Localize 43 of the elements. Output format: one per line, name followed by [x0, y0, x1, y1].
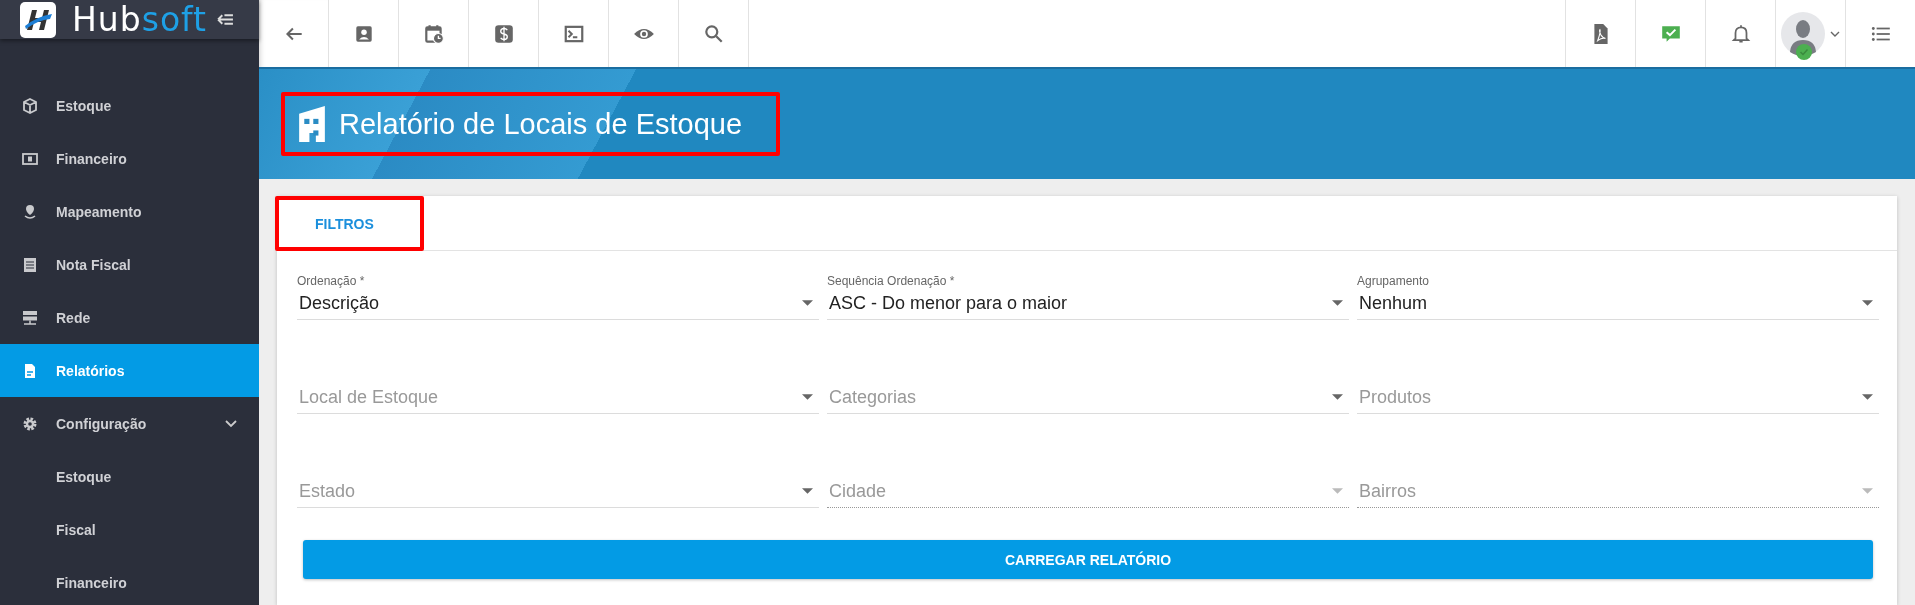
dropdown-arrow-icon	[1332, 488, 1343, 494]
select-field[interactable]: ASC - Do menor para o maior	[827, 287, 1349, 320]
select-field: Bairros	[1357, 475, 1879, 508]
dollar-icon	[492, 22, 515, 45]
dropdown-arrow-icon	[1862, 394, 1873, 400]
field-label: Ordenação *	[297, 274, 365, 288]
sidebar-item[interactable]: Nota Fiscal	[0, 238, 259, 291]
dropdown-arrow-icon	[802, 488, 813, 494]
document-icon	[22, 362, 38, 379]
map-pin-icon	[22, 203, 38, 220]
sidebar-item[interactable]: Configuração	[0, 397, 259, 450]
dropdown-arrow-icon	[1332, 300, 1343, 306]
dollar-bill-icon	[22, 150, 38, 167]
sidebar-subitem[interactable]: Financeiro	[0, 556, 259, 605]
field-label: Agrupamento	[1357, 274, 1430, 288]
page-title: Relatório de Locais de Estoque	[339, 107, 744, 141]
field-label: Sequência Ordenação *	[827, 274, 955, 288]
calendar-clock-icon	[422, 22, 445, 45]
sidebar-subitem[interactable]: Estoque	[0, 450, 259, 503]
dropdown-arrow-icon	[1862, 488, 1873, 494]
search-icon	[702, 22, 725, 45]
dropdown-arrow-icon	[802, 300, 813, 306]
sidebar-item[interactable]: Rede	[0, 291, 259, 344]
server-icon	[22, 309, 38, 326]
receipt-icon	[22, 256, 38, 273]
sidebar-item[interactable]: Financeiro	[0, 132, 259, 185]
select-field[interactable]: Descrição	[297, 287, 819, 320]
dropdown-arrow-icon	[1332, 394, 1343, 400]
collapse-menu-icon[interactable]	[217, 13, 235, 26]
avatar-icon	[1781, 11, 1825, 56]
brand-logo-text: Hubsoft	[72, 0, 208, 39]
sidebar-item[interactable]: Mapeamento	[0, 185, 259, 238]
dropdown-arrow-icon	[1862, 300, 1873, 306]
gear-icon	[22, 415, 38, 432]
building-icon	[299, 106, 325, 142]
caret-icon	[1830, 30, 1840, 37]
sidebar-subitem[interactable]: Fiscal	[0, 503, 259, 556]
dropdown-arrow-icon	[802, 394, 813, 400]
box-icon	[22, 97, 38, 114]
bell-icon	[1729, 22, 1752, 45]
sidebar-item[interactable]: Estoque	[0, 79, 259, 132]
select-field: Cidade	[827, 475, 1349, 508]
select-field[interactable]: Nenhum	[1357, 287, 1879, 320]
